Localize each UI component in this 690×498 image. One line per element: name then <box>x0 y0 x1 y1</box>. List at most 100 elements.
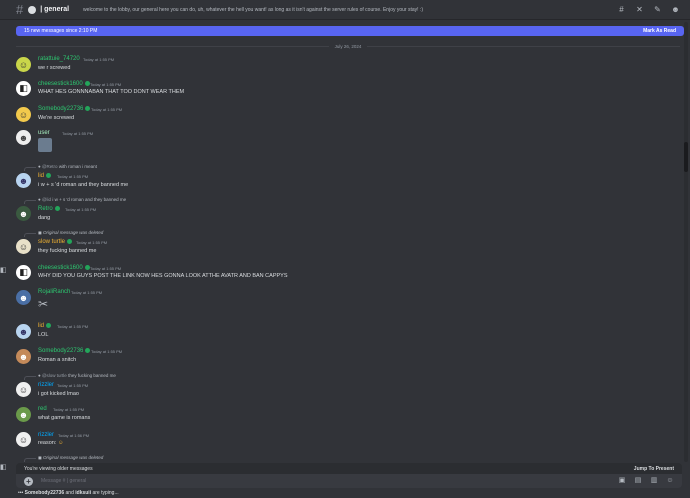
verified-badge-icon <box>54 206 60 211</box>
username[interactable]: user <box>38 130 50 136</box>
avatar[interactable]: ☻ <box>16 324 31 339</box>
sticker-icon[interactable]: ▥ <box>650 477 658 485</box>
avatar[interactable]: ☻ <box>16 290 31 305</box>
scrollbar-thumb[interactable] <box>684 142 688 172</box>
message-text: WHAT HES GONNNABAN THAT TOO DONT WEAR TH… <box>38 89 185 95</box>
timestamp: Today at 1:55 PM <box>91 107 123 112</box>
side-edge-icon: ◧ <box>0 464 7 471</box>
composer-toolbar: ▣ ▤ ▥ ☺ <box>618 477 674 485</box>
reply-preview[interactable]: ● @slow turtle they fucking banned me <box>38 373 116 378</box>
reply-author: @slow turtle <box>41 373 67 378</box>
verified-badge-icon <box>46 173 52 178</box>
avatar[interactable]: ☺ <box>16 239 31 254</box>
timestamp: Today at 1:55 PM <box>57 324 89 329</box>
mark-as-read-button[interactable]: Mark As Read <box>643 28 676 34</box>
reply-preview[interactable]: ● @lid i w + s 'd roman and they banned … <box>38 197 126 202</box>
message-scrollbar[interactable] <box>684 22 688 462</box>
avatar[interactable]: ☺ <box>16 57 31 72</box>
channel-topic[interactable]: welcome to the lobby, our general here y… <box>83 7 607 13</box>
reply-preview: ◼ Original message was deleted <box>38 230 104 235</box>
mute-bell-icon[interactable]: ✕ <box>635 5 644 14</box>
username[interactable]: rizzler <box>38 432 54 438</box>
older-messages-bar[interactable]: You're viewing older messages Jump To Pr… <box>16 463 682 474</box>
divider-line <box>16 45 329 47</box>
username[interactable]: cheesestick1600 <box>38 81 90 87</box>
new-messages-banner[interactable]: 15 new messages since 2:10 PM Mark As Re… <box>16 26 684 36</box>
message-text: what game is romans <box>38 415 91 421</box>
typing-indicator: ••• Somebody22736 and idksuii are typing… <box>18 490 119 496</box>
avatar[interactable]: ◧ <box>16 265 31 280</box>
username[interactable]: Retro <box>38 206 60 212</box>
hashtag-icon: # <box>16 2 24 17</box>
timestamp: Today at 1:55 PM <box>90 82 122 87</box>
timestamp: Today at 1:55 PM <box>62 131 94 136</box>
message-text: i w + s 'd roman and they banned me <box>38 182 129 188</box>
message-text: dang <box>38 215 51 221</box>
reply-author: @lid <box>41 197 52 202</box>
jump-to-present-button[interactable]: Jump To Present <box>634 466 674 472</box>
timestamp: Today at 1:55 PM <box>71 290 103 295</box>
avatar[interactable]: ☺ <box>16 107 31 122</box>
reply-text: with roman i meant <box>58 164 97 169</box>
avatar[interactable]: ◧ <box>16 81 31 96</box>
avatar[interactable]: ☻ <box>16 206 31 221</box>
username[interactable]: lid <box>38 173 52 179</box>
username[interactable]: rizzler <box>38 382 54 388</box>
channel-name: | general <box>40 6 70 13</box>
typing-dots-icon: ••• <box>18 490 24 496</box>
side-edge-icon: ◧ <box>0 267 7 274</box>
username[interactable]: ratattuie_74720 <box>38 56 80 62</box>
message-text: they fucking banned me <box>38 248 97 254</box>
divider-line <box>367 45 680 47</box>
username[interactable]: Somebody22736 <box>38 348 91 354</box>
username[interactable]: Somebody22736 <box>38 106 91 112</box>
reply-spine <box>24 200 36 204</box>
avatar[interactable]: ☺ <box>16 432 31 447</box>
add-attachment-icon[interactable]: + <box>24 476 33 486</box>
reply-preview: ◼ Original message was deleted <box>38 455 104 460</box>
threads-icon[interactable]: # <box>617 5 626 14</box>
username[interactable]: cheesestick1600 <box>38 265 90 271</box>
timestamp: Today at 1:55 PM <box>90 266 122 271</box>
message-composer: + ▣ ▤ ▥ ☺ <box>16 474 682 488</box>
reply-text: Original message was deleted <box>43 455 104 460</box>
emoji-icon[interactable]: ☺ <box>666 477 674 485</box>
avatar[interactable]: ☺ <box>16 382 31 397</box>
timestamp: Today at 1:55 PM <box>83 57 115 62</box>
avatar[interactable]: ☻ <box>16 349 31 364</box>
reply-author: @Retro <box>41 164 58 169</box>
reply-spine <box>24 376 36 380</box>
avatar[interactable]: ☻ <box>16 130 31 145</box>
message-text: WHY DID YOU GUYS POST THE LINK NOW HES G… <box>38 273 288 279</box>
message-input[interactable] <box>41 478 618 484</box>
username[interactable]: lid <box>38 323 52 329</box>
verified-badge-icon <box>84 81 90 86</box>
verified-badge-icon <box>85 106 91 111</box>
divider-date: July 26, 2024 <box>334 43 362 49</box>
image-attachment[interactable] <box>38 138 52 152</box>
reply-spine <box>24 233 36 237</box>
verified-badge-icon <box>85 348 91 353</box>
message-text: i got kicked lmao <box>38 391 79 397</box>
message-text: reason: ☺ <box>38 440 64 446</box>
verified-badge-icon <box>46 323 52 328</box>
avatar[interactable]: ☻ <box>16 173 31 188</box>
username[interactable]: slow turtle <box>38 239 73 245</box>
username[interactable]: red <box>38 406 47 412</box>
timestamp: Today at 1:56 PM <box>58 433 90 438</box>
gif-icon[interactable]: ▤ <box>634 477 642 485</box>
username[interactable]: RojaliRanch <box>38 289 70 295</box>
older-messages-text: You're viewing older messages <box>24 465 93 472</box>
pin-icon[interactable]: ✎ <box>653 5 662 14</box>
verified-badge-icon <box>84 265 90 270</box>
timestamp: Today at 1:55 PM <box>57 383 89 388</box>
message-text: we r screwed <box>38 65 71 71</box>
timestamp: Today at 1:55 PM <box>53 407 85 412</box>
date-divider: July 26, 2024 <box>16 43 680 49</box>
members-icon[interactable]: ☻ <box>671 5 680 14</box>
reply-text: they fucking banned me <box>68 373 116 378</box>
gift-icon[interactable]: ▣ <box>618 477 626 485</box>
avatar[interactable]: ☻ <box>16 407 31 422</box>
wrench-sticker-icon[interactable]: ✂ <box>38 297 58 313</box>
reply-preview[interactable]: ● @Retro with roman i meant <box>38 164 97 169</box>
